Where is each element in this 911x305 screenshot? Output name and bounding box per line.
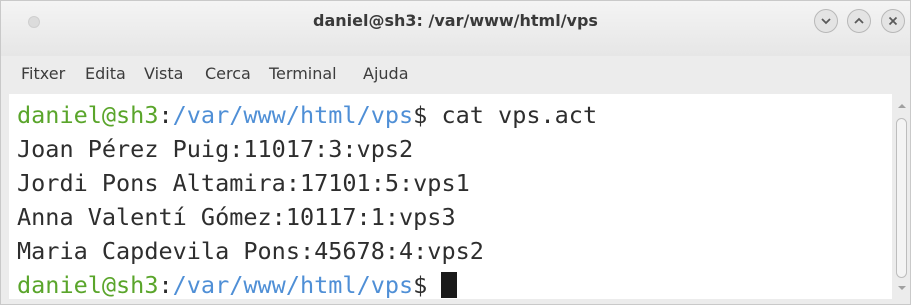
prompt-user-host: daniel@sh3 bbox=[17, 101, 159, 129]
scrollbar-thumb[interactable] bbox=[896, 118, 907, 278]
command-line: daniel@sh3:/var/www/html/vps$ cat vps.ac… bbox=[17, 98, 597, 132]
prompt-path: /var/www/html/vps bbox=[172, 271, 414, 299]
menu-item-ajuda[interactable]: Ajuda bbox=[363, 64, 409, 83]
output-line: Joan Pérez Puig:11017:3:vps2 bbox=[17, 135, 414, 163]
output-line: Jordi Pons Altamira:17101:5:vps1 bbox=[17, 169, 470, 197]
minimize-icon bbox=[821, 18, 831, 25]
menu-item-edita[interactable]: Edita bbox=[85, 64, 126, 83]
prompt-symbol: $ bbox=[413, 101, 442, 129]
prompt-user-host: daniel@sh3 bbox=[17, 271, 159, 299]
terminal-window: daniel@sh3: /var/www/html/vps Fitxer Edi… bbox=[0, 0, 911, 305]
prompt-path: /var/www/html/vps bbox=[172, 101, 414, 129]
close-button[interactable] bbox=[881, 9, 905, 33]
prompt-symbol: $ bbox=[413, 271, 442, 299]
output-line: Maria Capdevila Pons:45678:4:vps2 bbox=[17, 237, 484, 265]
text-cursor bbox=[441, 272, 458, 298]
menu-item-terminal[interactable]: Terminal bbox=[269, 64, 337, 83]
terminal-output-area[interactable]: daniel@sh3:/var/www/html/vps$ cat vps.ac… bbox=[9, 94, 892, 299]
maximize-icon bbox=[854, 17, 864, 24]
menu-bar: Fitxer Edita Vista Cerca Terminal Ajuda bbox=[1, 56, 910, 94]
output-line: Anna Valentí Gómez:10117:1:vps3 bbox=[17, 203, 456, 231]
menu-item-cerca[interactable]: Cerca bbox=[205, 64, 251, 83]
command-text: cat vps.act bbox=[441, 101, 598, 129]
prompt-separator: : bbox=[158, 271, 173, 299]
prompt-separator: : bbox=[158, 101, 173, 129]
minimize-button[interactable] bbox=[814, 9, 838, 33]
menu-item-fitxer[interactable]: Fitxer bbox=[21, 64, 65, 83]
title-bar[interactable]: daniel@sh3: /var/www/html/vps bbox=[1, 1, 910, 56]
menu-item-vista[interactable]: Vista bbox=[144, 64, 183, 83]
close-icon bbox=[888, 16, 898, 26]
vertical-scrollbar[interactable] bbox=[894, 94, 910, 299]
maximize-button[interactable] bbox=[847, 9, 871, 33]
active-prompt-line[interactable]: daniel@sh3:/var/www/html/vps$ bbox=[17, 268, 458, 299]
scroll-down-arrow-icon[interactable] bbox=[898, 286, 906, 290]
scroll-up-arrow-icon[interactable] bbox=[898, 104, 906, 108]
window-title: daniel@sh3: /var/www/html/vps bbox=[313, 11, 598, 30]
